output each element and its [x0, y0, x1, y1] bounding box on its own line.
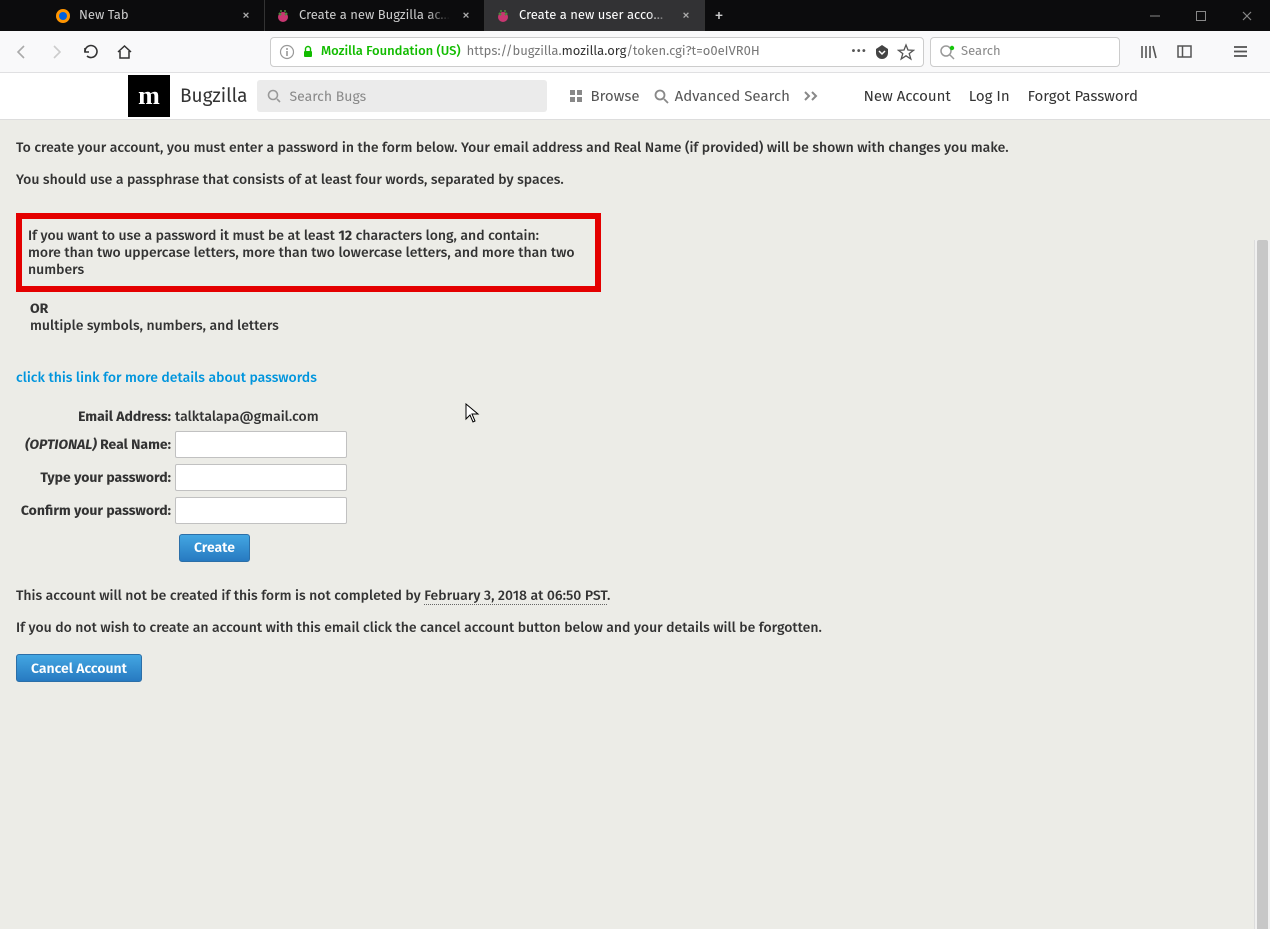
login-link[interactable]: Log In — [969, 87, 1010, 105]
bug-icon — [275, 8, 291, 24]
email-value: talktalapa@gmail.com — [175, 408, 319, 425]
confirm-password-input[interactable] — [175, 497, 347, 524]
account-form: Email Address: talktalapa@gmail.com (OPT… — [16, 408, 1254, 562]
password-input[interactable] — [175, 464, 347, 491]
cancel-note: If you do not wish to create an account … — [16, 618, 1254, 638]
lock-icon — [301, 45, 315, 59]
alt-requirement: multiple symbols, numbers, and letters — [30, 317, 279, 334]
create-button[interactable]: Create — [179, 534, 250, 562]
close-icon[interactable]: × — [238, 6, 254, 25]
home-button[interactable] — [110, 38, 138, 66]
deadline-text: February 3, 2018 at 06:50 PST — [424, 587, 607, 605]
firefox-icon — [55, 8, 71, 24]
grid-icon — [569, 89, 584, 104]
url-text: https://bugzilla.mozilla.org/token.cgi?t… — [467, 44, 760, 59]
cancel-account-button[interactable]: Cancel Account — [16, 654, 142, 682]
browser-navbar: Mozilla Foundation (US) https://bugzilla… — [0, 31, 1270, 73]
more-menu[interactable] — [804, 89, 820, 103]
realname-label: (OPTIONAL) Real Name: — [16, 436, 175, 453]
close-icon[interactable]: × — [458, 6, 474, 25]
scrollbar-thumb[interactable] — [1257, 240, 1268, 929]
or-label: OR — [30, 300, 48, 317]
close-window-button[interactable] — [1224, 0, 1270, 31]
forward-button[interactable] — [42, 38, 70, 66]
library-icon[interactable] — [1134, 38, 1162, 66]
browser-tab-1[interactable]: New Tab × — [45, 0, 265, 31]
deadline-warning: This account will not be created if this… — [16, 586, 1254, 606]
email-label: Email Address: — [16, 408, 175, 425]
passphrase-hint: You should use a passphrase that consist… — [16, 170, 1254, 190]
back-button[interactable] — [8, 38, 36, 66]
password-details-link[interactable]: click this link for more details about p… — [16, 369, 317, 386]
vertical-scrollbar[interactable] — [1254, 240, 1270, 929]
search-engine-icon — [939, 44, 955, 60]
password-label: Type your password: — [16, 469, 175, 486]
browser-search-bar[interactable]: Search — [930, 37, 1120, 67]
password-requirements-box: If you want to use a password it must be… — [16, 213, 601, 292]
tab-label: Create a new user account for — [519, 8, 670, 23]
bugzilla-header: m Bugzilla Search Bugs Browse Advanced S… — [0, 73, 1270, 120]
new-tab-button[interactable]: + — [705, 0, 733, 31]
page-content: To create your account, you must enter a… — [0, 120, 1270, 929]
chevron-double-icon — [804, 89, 820, 103]
info-icon[interactable] — [279, 44, 295, 60]
advanced-search-link[interactable]: Advanced Search — [654, 87, 790, 105]
tab-label: Create a new Bugzilla account — [299, 8, 450, 23]
bug-icon — [495, 8, 511, 24]
url-bar[interactable]: Mozilla Foundation (US) https://bugzilla… — [270, 37, 924, 67]
browser-tab-2[interactable]: Create a new Bugzilla account × — [265, 0, 485, 31]
search-icon — [267, 89, 281, 103]
star-icon[interactable] — [897, 43, 915, 61]
page-action-icon[interactable]: ••• — [851, 44, 867, 59]
confirm-password-label: Confirm your password: — [16, 502, 175, 519]
menu-icon[interactable] — [1226, 38, 1254, 66]
browse-link[interactable]: Browse — [569, 87, 639, 105]
new-account-link[interactable]: New Account — [864, 87, 951, 105]
window-controls — [1132, 0, 1270, 31]
forgot-password-link[interactable]: Forgot Password — [1028, 87, 1138, 105]
sidebar-icon[interactable] — [1170, 38, 1198, 66]
tab-label: New Tab — [79, 8, 230, 23]
browser-titlebar: New Tab × Create a new Bugzilla account … — [0, 0, 1270, 31]
intro-text: To create your account, you must enter a… — [16, 138, 1254, 158]
close-icon[interactable]: × — [678, 6, 694, 25]
minimize-button[interactable] — [1132, 0, 1178, 31]
search-bugs-input[interactable]: Search Bugs — [257, 80, 547, 112]
realname-input[interactable] — [175, 431, 347, 458]
pocket-icon[interactable] — [873, 43, 891, 61]
search-placeholder: Search — [961, 44, 1001, 59]
search-placeholder: Search Bugs — [289, 88, 366, 105]
site-identity[interactable]: Mozilla Foundation (US) — [321, 44, 461, 59]
maximize-button[interactable] — [1178, 0, 1224, 31]
site-brand[interactable]: Bugzilla — [180, 85, 247, 108]
toolbar-right-icons — [1126, 38, 1262, 66]
browser-tabs: New Tab × Create a new Bugzilla account … — [0, 0, 733, 31]
browser-tab-3[interactable]: Create a new user account for × — [485, 0, 705, 31]
reload-button[interactable] — [76, 38, 104, 66]
search-icon — [654, 89, 669, 104]
mozilla-logo[interactable]: m — [128, 75, 170, 117]
